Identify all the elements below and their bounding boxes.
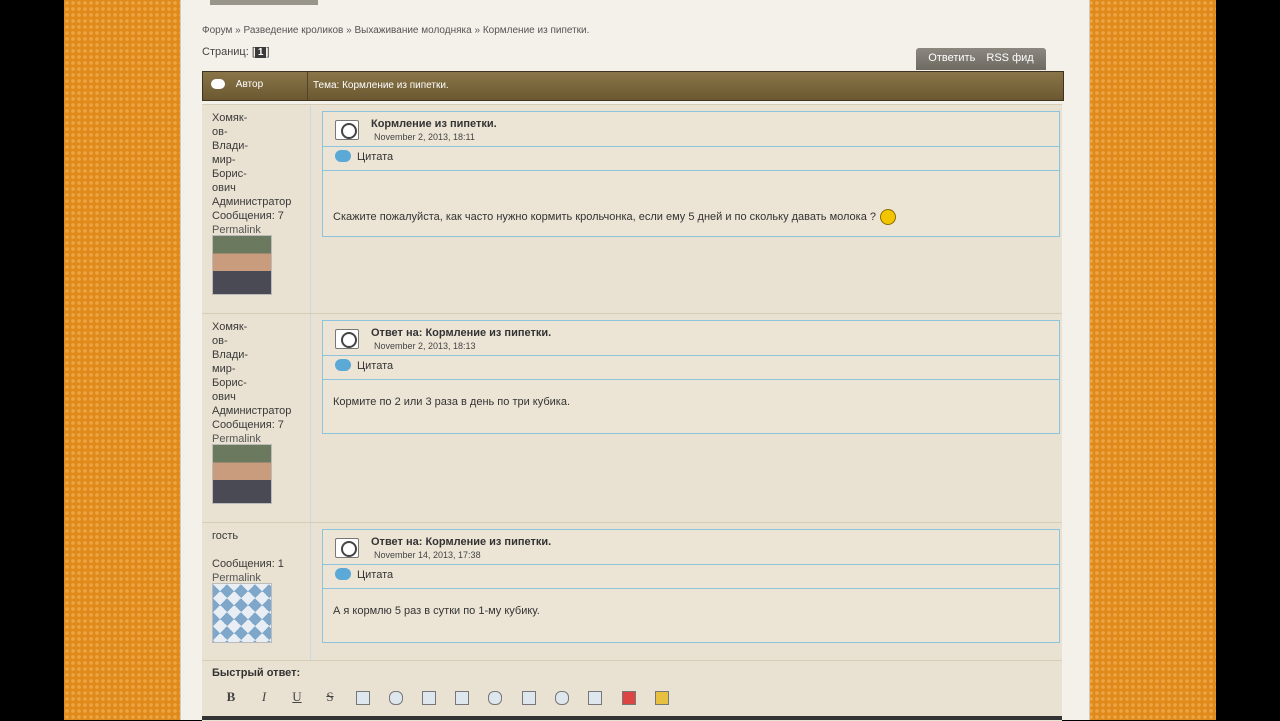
- message-box: Ответ на: Кормление из пипетки. November…: [322, 529, 1060, 643]
- breadcrumb-current[interactable]: Кормление из пипетки.: [483, 25, 590, 36]
- message-header: Ответ на: Кормление из пипетки. November…: [323, 530, 1059, 589]
- message-title: Кормление из пипетки.: [371, 118, 497, 130]
- quote-button[interactable]: Цитата: [357, 360, 393, 372]
- topic-title: Тема: Кормление из пипетки.: [313, 80, 449, 91]
- user-info: Хомяк- ов- Влади- мир- Борис- ович Админ…: [212, 320, 302, 446]
- clock-icon: [335, 538, 359, 558]
- user-name[interactable]: Хомяк- ов- Влади- мир- Борис- ович: [212, 111, 302, 195]
- pages-label: Страниц:: [202, 46, 249, 58]
- quote-button[interactable]: Цитата: [357, 151, 393, 163]
- message-text: Кормите по 2 или 3 раза в день по три ку…: [333, 396, 571, 408]
- reply-button[interactable]: Ответить: [928, 52, 975, 64]
- message-date: November 2, 2013, 18:13: [374, 341, 476, 351]
- breadcrumb-forum[interactable]: Форум: [202, 25, 232, 36]
- header-divider: [307, 72, 308, 100]
- youtube-icon[interactable]: [622, 691, 636, 705]
- message-body: А я кормлю 5 раз в сутки по 1-му кубику.: [323, 603, 1059, 619]
- user-info: Хомяк- ов- Влади- мир- Борис- ович Админ…: [212, 111, 302, 237]
- avatar: [212, 583, 272, 643]
- breadcrumb-separator: »: [346, 25, 352, 36]
- message-text: Скажите пожалуйста, как часто нужно корм…: [333, 211, 877, 223]
- user-role: Администратор: [212, 405, 292, 417]
- clock-icon: [335, 329, 359, 349]
- post-author-column: Хомяк- ов- Влади- мир- Борис- ович Админ…: [202, 105, 311, 313]
- link-icon[interactable]: [488, 691, 502, 705]
- breadcrumb-young[interactable]: Выхаживание молодняка: [354, 25, 471, 36]
- clock-icon: [335, 120, 359, 140]
- page-current[interactable]: 1: [254, 47, 267, 58]
- quick-reply-label: Быстрый ответ:: [212, 667, 301, 679]
- editor-top-border: [202, 716, 1062, 720]
- smiley-icon: [880, 209, 897, 226]
- folder-icon[interactable]: [655, 691, 669, 705]
- author-label: Автор: [235, 79, 264, 90]
- message-date: November 14, 2013, 17:38: [374, 550, 481, 560]
- quote-button[interactable]: Цитата: [357, 569, 393, 581]
- top-bar: [210, 0, 318, 5]
- avatar: [212, 235, 272, 295]
- user-name[interactable]: гость: [212, 529, 302, 543]
- post-count: Сообщения: 1: [212, 558, 284, 570]
- divider: [323, 146, 1059, 147]
- message-body: Скажите пожалуйста, как часто нужно корм…: [323, 209, 1059, 226]
- quote-icon[interactable]: [335, 359, 351, 371]
- right-background-pattern: [1088, 0, 1216, 720]
- post-author-column: гость Сообщения: 1 Permalink: [202, 523, 311, 661]
- user-name[interactable]: Хомяк- ов- Влади- мир- Борис- ович: [212, 320, 302, 404]
- bold-button[interactable]: B: [222, 688, 240, 706]
- strikethrough-button[interactable]: S: [321, 688, 339, 706]
- message-text: А я кормлю 5 раз в сутки по 1-му кубику.: [333, 605, 540, 617]
- quote-insert-icon[interactable]: [389, 691, 403, 705]
- speech-bubble-icon: [211, 79, 225, 90]
- breadcrumb: Форум » Разведение кроликов » Выхаживани…: [202, 25, 589, 36]
- message-body: Кормите по 2 или 3 раза в день по три ку…: [323, 394, 1059, 410]
- list-icon[interactable]: [422, 691, 436, 705]
- thread-actions: Ответить RSS фид: [916, 48, 1046, 70]
- rss-button[interactable]: RSS фид: [986, 52, 1033, 64]
- message-box: Кормление из пипетки. November 2, 2013, …: [322, 111, 1060, 237]
- breadcrumb-rabbits[interactable]: Разведение кроликов: [244, 25, 344, 36]
- message-box: Ответ на: Кормление из пипетки. November…: [322, 320, 1060, 434]
- pagination: Страниц: [1]: [202, 46, 270, 58]
- message-title: Ответ на: Кормление из пипетки.: [371, 327, 552, 339]
- horizontal-rule-icon[interactable]: [455, 691, 469, 705]
- divider: [323, 564, 1059, 565]
- quote-icon[interactable]: [335, 568, 351, 580]
- message-date: November 2, 2013, 18:11: [374, 132, 475, 142]
- thread-header: Автор Тема: Кормление из пипетки.: [202, 71, 1064, 101]
- underline-button[interactable]: U: [288, 688, 306, 706]
- post: гость Сообщения: 1 Permalink Ответ на: К…: [202, 522, 1062, 661]
- user-info: гость Сообщения: 1 Permalink: [212, 529, 302, 585]
- divider: [323, 355, 1059, 356]
- post: Хомяк- ов- Влади- мир- Борис- ович Админ…: [202, 313, 1062, 522]
- user-role: [212, 543, 302, 557]
- avatar: [212, 444, 272, 504]
- italic-button[interactable]: I: [255, 688, 273, 706]
- quick-reply: Быстрый ответ: B I U S: [202, 660, 1062, 721]
- message-title: Ответ на: Кормление из пипетки.: [371, 536, 552, 548]
- breadcrumb-separator: »: [235, 25, 241, 36]
- table-icon[interactable]: [588, 691, 602, 705]
- message-header: Ответ на: Кормление из пипетки. November…: [323, 321, 1059, 380]
- quote-icon[interactable]: [335, 150, 351, 162]
- left-background-pattern: [64, 0, 180, 720]
- picture-icon[interactable]: [522, 691, 536, 705]
- image-icon[interactable]: [356, 691, 370, 705]
- author-column-header: Автор: [211, 79, 263, 90]
- post-count: Сообщения: 7: [212, 419, 284, 431]
- breadcrumb-separator: »: [474, 25, 481, 36]
- post-author-column: Хомяк- ов- Влади- мир- Борис- ович Админ…: [202, 314, 311, 522]
- post: Хомяк- ов- Влади- мир- Борис- ович Админ…: [202, 104, 1062, 313]
- message-header: Кормление из пипетки. November 2, 2013, …: [323, 112, 1059, 171]
- post-count: Сообщения: 7: [212, 210, 284, 222]
- user-role: Администратор: [212, 196, 292, 208]
- email-icon[interactable]: [555, 691, 569, 705]
